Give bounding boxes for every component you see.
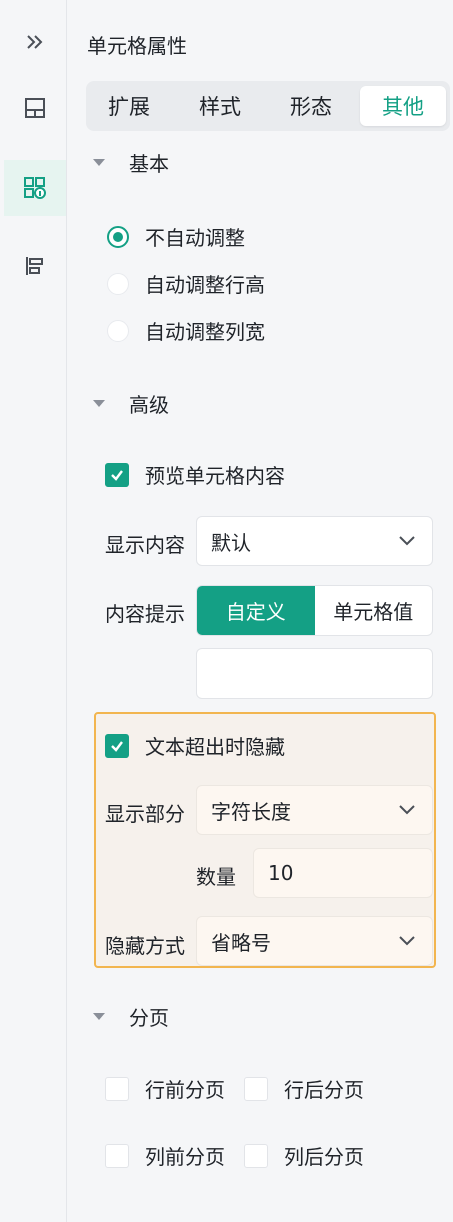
- checkbox-label: 行后分页: [284, 1078, 364, 1102]
- checkbox-checked-icon[interactable]: [105, 462, 129, 487]
- section-paging-label: 分页: [129, 1006, 169, 1030]
- radio-label: 不自动调整: [145, 226, 245, 250]
- section-advanced[interactable]: 高级: [93, 389, 169, 418]
- chevron-down-icon: [399, 936, 415, 946]
- collapse-triangle-icon: [93, 1013, 105, 1020]
- expand-icon[interactable]: [4, 14, 66, 70]
- hide-mode-label: 隐藏方式: [105, 934, 185, 958]
- checkbox-icon[interactable]: [105, 1143, 129, 1168]
- radio-icon[interactable]: [107, 319, 129, 342]
- select-value: 字符长度: [211, 799, 291, 824]
- tip-custom-button[interactable]: 自定义: [197, 586, 315, 635]
- display-part-select[interactable]: 字符长度: [196, 785, 433, 835]
- radio-label: 自动调整行高: [145, 273, 265, 297]
- radio-checked-icon[interactable]: [107, 225, 129, 248]
- radio-label: 自动调整列宽: [145, 320, 265, 344]
- checkbox-label: 行前分页: [145, 1078, 225, 1102]
- collapse-triangle-icon: [93, 400, 105, 407]
- checkbox-checked-icon[interactable]: [105, 733, 129, 758]
- content-tip-input[interactable]: [196, 648, 433, 699]
- chevron-down-icon: [399, 536, 415, 546]
- checkbox-icon[interactable]: [244, 1076, 268, 1101]
- content-tip-label: 内容提示: [105, 602, 185, 626]
- display-content-label: 显示内容: [105, 533, 185, 557]
- collapse-triangle-icon: [93, 159, 105, 166]
- hide-mode-select[interactable]: 省略号: [196, 916, 433, 966]
- hide-overflow-checkbox[interactable]: 文本超出时隐藏: [105, 731, 285, 760]
- select-value: 省略号: [211, 930, 271, 955]
- tip-cell-value-button[interactable]: 单元格值: [315, 586, 433, 635]
- page-break-after-row[interactable]: 行后分页: [244, 1074, 364, 1103]
- checkbox-icon[interactable]: [105, 1076, 129, 1101]
- tab-expand[interactable]: 扩展: [86, 86, 172, 126]
- select-value: 默认: [211, 530, 251, 555]
- count-label: 数量: [196, 865, 236, 889]
- count-input[interactable]: 10: [253, 848, 433, 898]
- radio-auto-col-width[interactable]: 自动调整列宽: [107, 316, 265, 345]
- cell-properties-panel: 单元格属性 扩展 样式 形态 其他 基本 不自动调整 自动调整行高 自动调整列宽…: [67, 0, 453, 1222]
- panel-title: 单元格属性: [87, 34, 187, 58]
- section-basic[interactable]: 基本: [93, 148, 169, 177]
- tab-bar: 扩展 样式 形态 其他: [86, 81, 450, 131]
- tab-other[interactable]: 其他: [360, 86, 446, 126]
- section-advanced-label: 高级: [129, 393, 169, 417]
- align-icon[interactable]: [4, 238, 66, 294]
- tab-style[interactable]: 样式: [177, 86, 263, 126]
- side-rail: [0, 0, 67, 1222]
- page-break-before-row[interactable]: 行前分页: [105, 1074, 225, 1103]
- layout-icon[interactable]: [4, 80, 66, 136]
- radio-auto-row-height[interactable]: 自动调整行高: [107, 269, 265, 298]
- page-break-after-column[interactable]: 列后分页: [244, 1141, 364, 1170]
- display-part-label: 显示部分: [105, 802, 185, 826]
- preview-content-checkbox[interactable]: 预览单元格内容: [105, 460, 285, 489]
- tab-shape[interactable]: 形态: [268, 86, 354, 126]
- checkbox-label: 列后分页: [284, 1145, 364, 1169]
- cell-info-icon[interactable]: [4, 160, 66, 216]
- radio-icon[interactable]: [107, 272, 129, 295]
- display-content-select[interactable]: 默认: [196, 516, 433, 566]
- section-paging[interactable]: 分页: [93, 1002, 169, 1031]
- checkbox-label: 列前分页: [145, 1145, 225, 1169]
- checkbox-label: 预览单元格内容: [145, 464, 285, 488]
- content-tip-toggle: 自定义 单元格值: [196, 585, 433, 636]
- checkbox-label: 文本超出时隐藏: [145, 735, 285, 759]
- page-break-before-column[interactable]: 列前分页: [105, 1141, 225, 1170]
- input-value: 10: [268, 861, 294, 885]
- chevron-down-icon: [399, 805, 415, 815]
- overflow-settings-box: 文本超出时隐藏 显示部分 字符长度 数量 10 隐藏方式 省略号: [94, 712, 436, 968]
- checkbox-icon[interactable]: [244, 1143, 268, 1168]
- radio-no-auto[interactable]: 不自动调整: [107, 222, 245, 251]
- section-basic-label: 基本: [129, 152, 169, 176]
